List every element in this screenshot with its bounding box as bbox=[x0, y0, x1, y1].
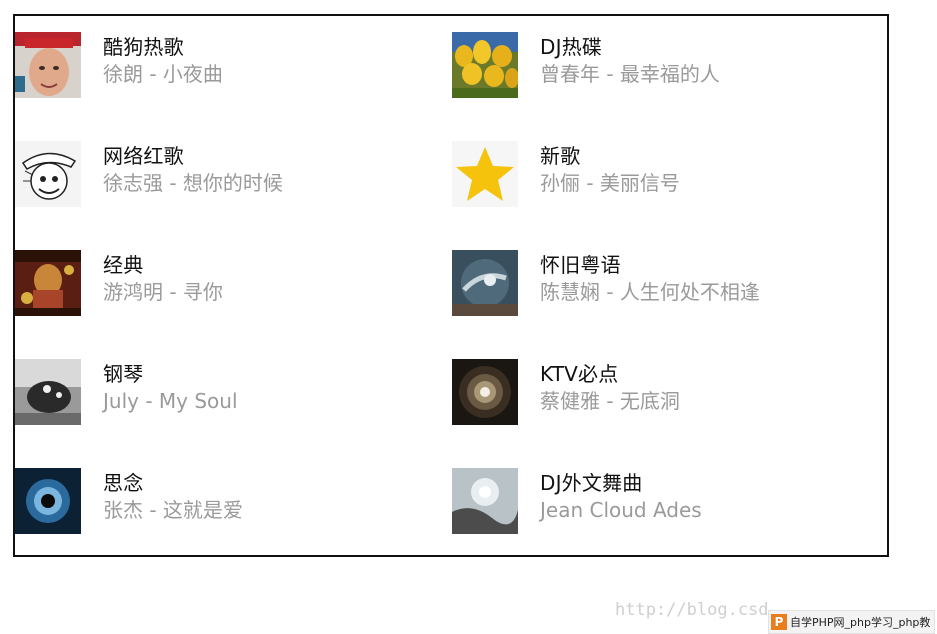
playlist-item[interactable]: KTV必点 蔡健雅 - 无底洞 bbox=[452, 359, 889, 468]
cover-piano-icon bbox=[15, 359, 81, 425]
playlist-item[interactable]: 经典 游鸿明 - 寻你 bbox=[15, 250, 452, 359]
playlist-title: KTV必点 bbox=[540, 362, 619, 386]
cover-tunnel-icon bbox=[452, 359, 518, 425]
playlist-title: 怀旧粤语 bbox=[540, 253, 621, 277]
playlist-item[interactable]: 怀旧粤语 陈慧娴 - 人生何处不相逢 bbox=[452, 250, 889, 359]
playlist-title: DJ热碟 bbox=[540, 35, 603, 59]
playlist-subtitle: 游鸿明 - 寻你 bbox=[103, 280, 223, 304]
watermark-text: http://blog.csd bbox=[615, 600, 769, 620]
cover-classic-icon bbox=[15, 250, 81, 316]
playlist-title: 钢琴 bbox=[103, 362, 144, 386]
playlist-subtitle: 蔡健雅 - 无底洞 bbox=[540, 389, 680, 413]
playlist-title: 网络红歌 bbox=[103, 144, 184, 168]
playlist-title: 新歌 bbox=[540, 144, 581, 168]
cover-tulips-icon bbox=[452, 32, 518, 98]
playlist-subtitle: 孙俪 - 美丽信号 bbox=[540, 171, 680, 195]
site-badge: P 自学PHP网_php学习_php教 bbox=[768, 610, 935, 634]
playlist-title: DJ外文舞曲 bbox=[540, 471, 643, 495]
playlist-item[interactable]: 钢琴 July - My Soul bbox=[15, 359, 452, 468]
playlist-item[interactable]: DJ热碟 曾春年 - 最幸福的人 bbox=[452, 32, 889, 141]
playlist-title: 思念 bbox=[103, 471, 144, 495]
playlist-item[interactable]: 思念 张杰 - 这就是爱 bbox=[15, 468, 452, 577]
playlist-subtitle: 陈慧娴 - 人生何处不相逢 bbox=[540, 280, 760, 304]
site-badge-text: 自学PHP网_php学习_php教 bbox=[790, 616, 931, 629]
playlist-subtitle: Jean Cloud Ades bbox=[540, 498, 702, 522]
playlist-title: 经典 bbox=[103, 253, 144, 277]
cover-sketch-icon bbox=[15, 141, 81, 207]
playlist-item[interactable]: DJ外文舞曲 Jean Cloud Ades bbox=[452, 468, 889, 577]
playlist-item[interactable]: 酷狗热歌 徐朗 - 小夜曲 bbox=[15, 32, 452, 141]
playlist-subtitle: July - My Soul bbox=[103, 389, 238, 413]
playlist-title: 酷狗热歌 bbox=[103, 35, 184, 59]
playlist-item[interactable]: 新歌 孙俪 - 美丽信号 bbox=[452, 141, 889, 250]
playlist-subtitle: 徐志强 - 想你的时候 bbox=[103, 171, 283, 195]
playlist-subtitle: 徐朗 - 小夜曲 bbox=[103, 62, 223, 86]
cover-avatar-icon bbox=[15, 32, 81, 98]
cover-light-icon bbox=[452, 468, 518, 534]
cover-eye-icon bbox=[15, 468, 81, 534]
playlist-subtitle: 张杰 - 这就是爱 bbox=[103, 498, 243, 522]
playlist-item[interactable]: 网络红歌 徐志强 - 想你的时候 bbox=[15, 141, 452, 250]
site-logo-icon: P bbox=[771, 614, 787, 630]
playlist-grid: 酷狗热歌 徐朗 - 小夜曲 DJ热碟 曾春年 - 最幸福的人 网络红歌 徐志强 … bbox=[15, 32, 889, 577]
star-icon bbox=[452, 141, 518, 207]
cover-swirl-icon bbox=[452, 250, 518, 316]
playlist-panel: 酷狗热歌 徐朗 - 小夜曲 DJ热碟 曾春年 - 最幸福的人 网络红歌 徐志强 … bbox=[13, 14, 889, 557]
playlist-subtitle: 曾春年 - 最幸福的人 bbox=[540, 62, 720, 86]
